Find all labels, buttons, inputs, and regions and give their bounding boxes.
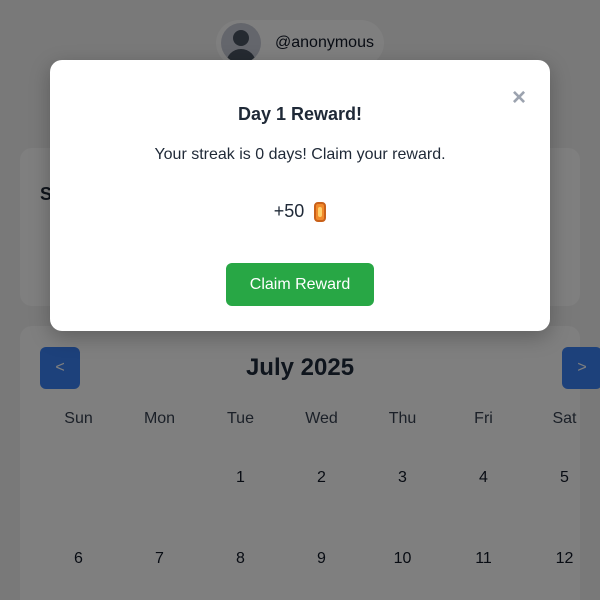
reward-row: +50 <box>50 201 550 222</box>
streak-message: Your streak is 0 days! Claim your reward… <box>154 146 446 163</box>
reward-modal: × Day 1 Reward! Your streak is 0 days! C… <box>50 60 550 331</box>
claim-reward-button[interactable]: Claim Reward <box>226 263 374 306</box>
reward-amount: +50 <box>273 201 305 221</box>
coin-icon <box>314 201 327 222</box>
modal-title: Day 1 Reward! <box>237 104 363 124</box>
